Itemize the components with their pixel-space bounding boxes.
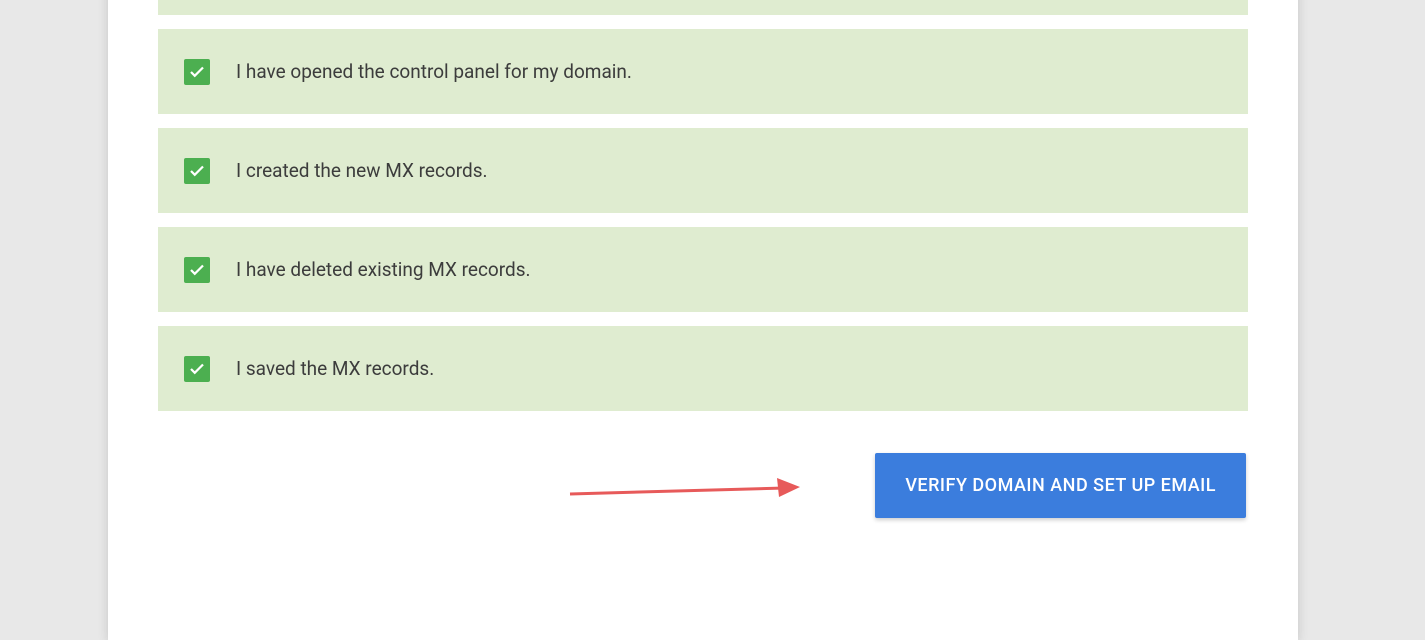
checkbox-icon[interactable] xyxy=(184,158,210,184)
action-row: VERIFY DOMAIN AND SET UP EMAIL xyxy=(158,453,1248,518)
mx-checklist: I have opened the control panel for my d… xyxy=(158,0,1248,411)
check-item-deleted-mx[interactable]: I have deleted existing MX records. xyxy=(158,227,1248,312)
check-item-control-panel[interactable]: I have opened the control panel for my d… xyxy=(158,29,1248,114)
check-label: I have opened the control panel for my d… xyxy=(236,60,632,83)
checkbox-icon[interactable] xyxy=(184,59,210,85)
check-label: I created the new MX records. xyxy=(236,159,488,182)
check-item-created-mx[interactable]: I created the new MX records. xyxy=(158,128,1248,213)
check-item-saved-mx[interactable]: I saved the MX records. xyxy=(158,326,1248,411)
verify-domain-button[interactable]: VERIFY DOMAIN AND SET UP EMAIL xyxy=(875,453,1246,518)
check-item-stub xyxy=(158,0,1248,15)
checkbox-icon[interactable] xyxy=(184,356,210,382)
check-label: I saved the MX records. xyxy=(236,357,434,380)
setup-card: I have opened the control panel for my d… xyxy=(108,0,1298,640)
checkbox-icon[interactable] xyxy=(184,257,210,283)
check-label: I have deleted existing MX records. xyxy=(236,258,531,281)
